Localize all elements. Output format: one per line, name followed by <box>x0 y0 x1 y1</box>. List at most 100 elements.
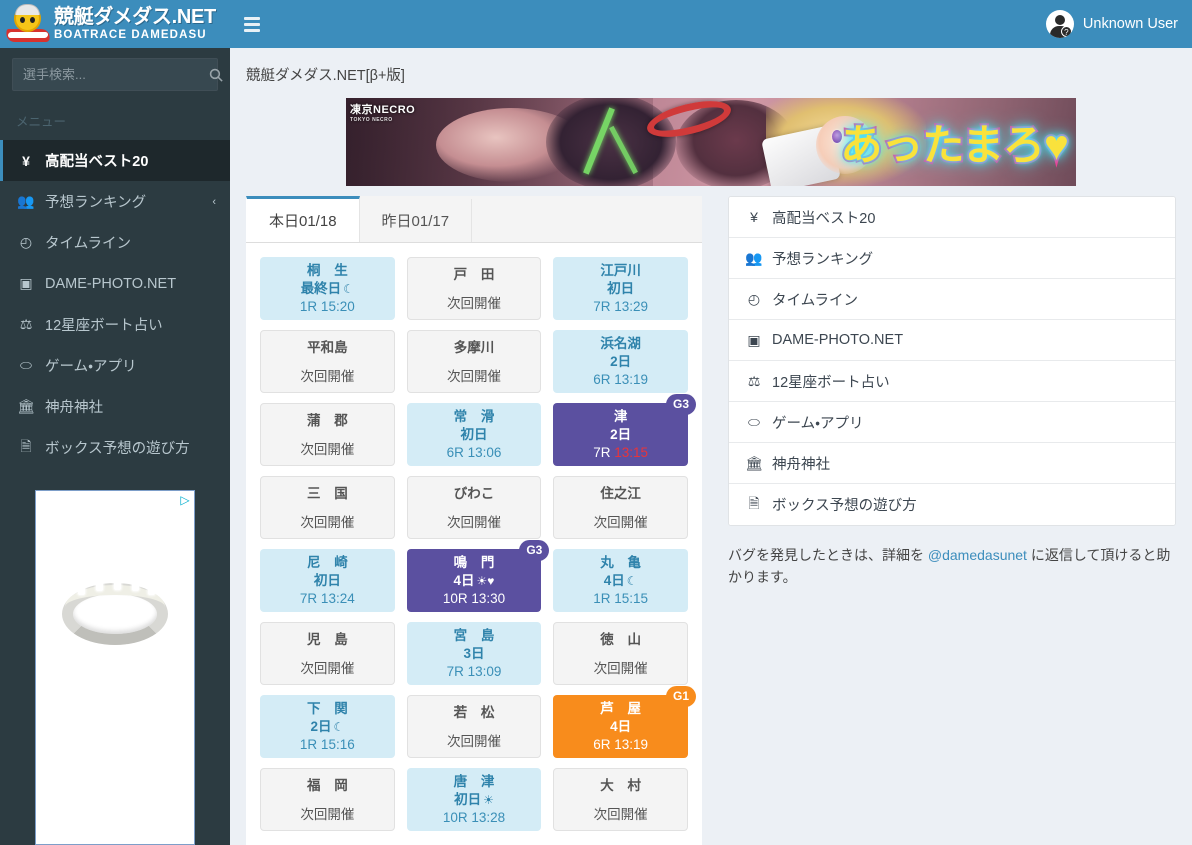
sidebar-link-3[interactable]: ▣ DAME-PHOTO.NET <box>0 263 230 304</box>
race-card[interactable]: 住之江 次回開催 <box>553 476 688 539</box>
promo-banner[interactable]: 凍京NECRO TOKYO NECRO あったまろ♥ <box>346 98 1076 186</box>
race-day: 最終日 ☾ <box>301 280 354 298</box>
moon-icon: ☾ <box>343 282 354 297</box>
chevron-left-icon[interactable]: ‹ <box>212 196 216 208</box>
race-day-label: 2日 <box>610 427 632 443</box>
sidebar-link-1[interactable]: 👥 予想ランキング ‹ <box>0 181 230 222</box>
race-card[interactable]: 宮 島 3日 7R 13:09 <box>406 622 542 685</box>
user-account[interactable]: ? Unknown User <box>1045 10 1178 38</box>
race-card[interactable]: G3 鳴 門 4日 ☀♥ 10R 13:30 <box>406 540 550 612</box>
race-card[interactable]: 児 島次回開催 <box>260 622 395 685</box>
avatar: ? <box>1045 10 1074 38</box>
advertisement-banner[interactable]: ▷ <box>35 490 195 845</box>
tab-yesterday[interactable]: 昨日01/17 <box>359 199 473 242</box>
search-box[interactable] <box>12 58 223 91</box>
race-card[interactable]: 丸 亀 4日 ☾ 1R 15:15 <box>553 549 688 612</box>
users-icon: 👥 <box>745 249 763 266</box>
race-day-label: 初日 <box>454 792 482 808</box>
right-menu-item-0[interactable]: ¥ 高配当ベスト20 <box>729 197 1175 238</box>
race-status: 1R 15:20 <box>299 298 355 314</box>
ad-choices-icon[interactable]: ▷ <box>178 493 192 507</box>
moon-icon: ☾ <box>333 720 345 735</box>
search-input[interactable] <box>13 67 209 82</box>
venue-name: 住之江 <box>600 485 641 501</box>
sidebar-link-7[interactable]: 🗎 ボックス予想の遊び方 <box>0 427 230 468</box>
page-title: 競艇ダメダス.NET[β+版] <box>246 68 405 84</box>
twitter-handle-link[interactable]: @damedasunet <box>928 547 1027 563</box>
search-section <box>0 48 230 101</box>
race-status: 次回開催 <box>593 806 648 822</box>
race-status: 7R 13:29 <box>593 298 649 314</box>
race-card[interactable]: 多摩川 次回開催 <box>406 330 542 393</box>
sidebar-item-7[interactable]: 🗎 ボックス予想の遊び方 <box>0 427 230 468</box>
right-menu-item-6[interactable]: 🏛 神舟神社 <box>729 443 1175 484</box>
sidebar-item-3[interactable]: ▣ DAME-PHOTO.NET <box>0 263 230 304</box>
race-card[interactable]: 大 村次回開催 <box>553 768 688 831</box>
right-menu-item-1[interactable]: 👥 予想ランキング <box>729 238 1175 279</box>
sidebar-link-5[interactable]: ⬭ ゲーム・アプリ <box>0 345 230 386</box>
sun-heart-icon: ☀♥ <box>476 574 495 589</box>
race-card[interactable]: 桐 生最終日 ☾ 1R 15:20 <box>260 257 395 320</box>
race-card[interactable]: びわこ 次回開催 <box>406 476 542 539</box>
grade-badge: G3 <box>519 540 550 561</box>
sidebar-item-5[interactable]: ⬭ ゲーム・アプリ <box>0 345 230 386</box>
sidebar-link-0[interactable]: ¥ 高配当ベスト20 <box>0 140 230 181</box>
race-card[interactable]: 唐 津初日 ☀ 10R 13:28 <box>406 768 542 831</box>
race-status: 7R 13:15 <box>593 444 648 462</box>
race-day: 4日 ☾ <box>604 572 638 590</box>
race-time-urgent: 13:15 <box>614 444 649 460</box>
race-card[interactable]: 若 松次回開催 <box>406 695 542 758</box>
venue-name: 蒲 郡 <box>306 412 353 428</box>
race-tab-body: 桐 生最終日 ☾ 1R 15:20 戸 田次回開催 江戸川 初日 7R 13:29 平和島 次回… <box>246 243 702 845</box>
venue-name: 丸 亀 <box>600 555 647 571</box>
venue-name: 徳 山 <box>600 631 647 647</box>
race-card[interactable]: 常 滑初日 6R 13:06 <box>406 403 542 466</box>
right-menu-item-4[interactable]: ⚖ 12星座ボート占い <box>729 361 1175 402</box>
race-card[interactable]: 戸 田次回開催 <box>406 257 542 320</box>
sidebar-item-1[interactable]: 👥 予想ランキング ‹ <box>0 181 230 222</box>
tab-today[interactable]: 本日01/18 <box>246 196 360 242</box>
race-status: 10R 13:28 <box>442 809 506 825</box>
right-menu-item-2[interactable]: ◴ タイムライン <box>729 279 1175 320</box>
sidebar-item-2[interactable]: ◴ タイムライン <box>0 222 230 263</box>
race-card[interactable]: 蒲 郡次回開催 <box>260 403 395 466</box>
brand-header[interactable]: 競艇ダメダス.NET BOATRACE DAMEDASU <box>0 0 230 48</box>
sidebar-item-4[interactable]: ⚖ 12星座ボート占い <box>0 304 230 345</box>
scales-icon: ⚖ <box>19 316 33 332</box>
race-card[interactable]: 徳 山次回開催 <box>553 622 688 685</box>
brand-subtitle: BOATRACE DAMEDASU <box>54 28 207 41</box>
hamburger-icon[interactable] <box>240 13 264 36</box>
sidebar-link-6[interactable]: 🏛 神舟神社 <box>0 386 230 427</box>
race-card[interactable]: G3 津 2日 7R 13:15 <box>553 394 696 466</box>
sidebar-link-4[interactable]: ⚖ 12星座ボート占い <box>0 304 230 345</box>
race-day: 初日 ☀ <box>454 791 494 809</box>
venue-name: 常 滑 <box>453 409 500 425</box>
race-status: 6R 13:06 <box>446 444 502 460</box>
race-status: 10R 13:30 <box>442 590 506 606</box>
sidebar-link-2[interactable]: ◴ タイムライン <box>0 222 230 263</box>
race-grid: 桐 生最終日 ☾ 1R 15:20 戸 田次回開催 江戸川 初日 7R 13:29 平和島 次回… <box>260 257 696 831</box>
grade-badge: G1 <box>665 686 696 707</box>
right-menu-item-7[interactable]: 🗎 ボックス予想の遊び方 <box>729 484 1175 525</box>
race-card[interactable]: 江戸川 初日 7R 13:29 <box>553 257 688 320</box>
venue-name: 宮 島 <box>453 628 500 644</box>
right-menu-item-3[interactable]: ▣ DAME-PHOTO.NET <box>729 320 1175 361</box>
right-menu-item-label: DAME-PHOTO.NET <box>772 332 904 348</box>
race-card[interactable]: 平和島 次回開催 <box>260 330 395 393</box>
bank-icon: 🏛 <box>17 398 35 414</box>
race-status: 次回開催 <box>300 368 355 384</box>
sidebar-item-6[interactable]: 🏛 神舟神社 <box>0 386 230 427</box>
search-icon[interactable] <box>209 59 223 90</box>
right-menu-item-label: 12星座ボート占い <box>772 374 890 391</box>
race-card[interactable]: G1 芦 屋 4日 6R 13:19 <box>553 686 696 758</box>
right-menu-item-5[interactable]: ⬭ ゲーム・アプリ <box>729 402 1175 443</box>
race-card[interactable]: 尼 崎初日 7R 13:24 <box>260 549 395 612</box>
race-card[interactable]: 福 岡次回開催 <box>260 768 395 831</box>
brand-title: 競艇ダメダス.NET <box>54 5 216 28</box>
sidebar-item-0[interactable]: ¥ 高配当ベスト20 <box>0 140 230 181</box>
race-card[interactable]: 下 関 2日 ☾ 1R 15:16 <box>260 695 395 758</box>
race-card[interactable]: 浜名湖 2日 6R 13:19 <box>553 330 688 393</box>
user-name: Unknown User <box>1082 16 1178 32</box>
race-card[interactable]: 三 国次回開催 <box>260 476 395 539</box>
camera-icon: ▣ <box>747 331 761 348</box>
